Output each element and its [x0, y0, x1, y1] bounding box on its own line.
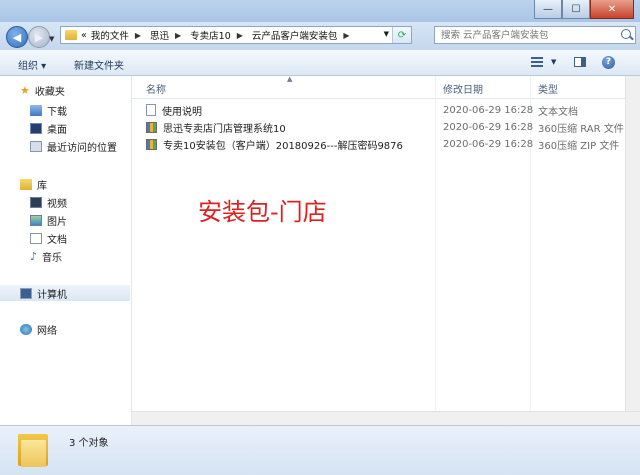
sidebar-favorites[interactable]: ★ 收藏夹 — [20, 82, 65, 98]
sidebar-label: 桌面 — [47, 124, 67, 136]
sidebar-label: 图片 — [47, 216, 67, 228]
sidebar-item-videos[interactable]: 视频 — [30, 194, 67, 210]
vertical-scrollbar[interactable] — [625, 76, 640, 425]
recent-places-icon — [30, 140, 42, 152]
file-modified: 2020-06-29 16:28 — [443, 104, 534, 116]
breadcrumb-item[interactable]: 我的文件 ▶ — [91, 28, 146, 43]
star-icon: ★ — [20, 83, 30, 97]
breadcrumb-item[interactable]: 思迅 ▶ — [150, 28, 186, 43]
annotation-label: 安装包-门店 — [198, 198, 327, 226]
file-modified: 2020-06-29 16:28 — [443, 121, 534, 133]
change-view-button[interactable]: ▼ — [531, 55, 556, 69]
horizontal-scrollbar[interactable] — [132, 411, 640, 426]
file-type: 360压缩 RAR 文件 — [538, 123, 624, 135]
recent-pages-dropdown[interactable]: ▼ — [49, 35, 54, 43]
rar-archive-icon — [146, 121, 157, 133]
zip-archive-icon — [146, 138, 157, 150]
sidebar-item-desktop[interactable]: 桌面 — [30, 120, 67, 136]
preview-pane-icon — [574, 57, 586, 67]
sort-ascending-icon: ▲ — [287, 75, 293, 83]
preview-pane-button[interactable] — [574, 55, 586, 69]
desktop-icon — [30, 122, 42, 134]
sidebar-label: 库 — [37, 180, 47, 192]
organize-button[interactable]: 组织 ▾ — [18, 57, 46, 72]
sidebar-label: 网络 — [37, 325, 57, 337]
text-file-icon — [146, 104, 156, 116]
sidebar-item-computer[interactable]: 计算机 — [0, 285, 130, 301]
chevron-down-icon: ▼ — [551, 58, 557, 66]
document-library-icon — [30, 232, 42, 244]
file-name: 专卖10安装包（客户端）20180926---解压密码9876 — [163, 140, 403, 152]
help-button[interactable]: ? — [602, 55, 615, 69]
file-type: 360压缩 ZIP 文件 — [538, 140, 620, 152]
file-name: 使用说明 — [162, 106, 202, 118]
file-modified: 2020-06-29 16:28 — [443, 138, 534, 150]
sidebar-libraries[interactable]: 库 — [20, 176, 47, 192]
network-icon — [20, 323, 32, 335]
new-folder-button[interactable]: 新建文件夹 — [74, 57, 124, 72]
window-controls: — ☐ ✕ — [534, 0, 634, 19]
sidebar-label: 音乐 — [42, 252, 63, 264]
sidebar-label: 视频 — [47, 198, 67, 210]
column-header-name[interactable]: 名称 — [146, 81, 166, 96]
music-note-icon: ♪ — [30, 249, 38, 263]
file-type: 文本文档 — [538, 106, 578, 118]
search-box[interactable] — [434, 26, 636, 44]
address-dropdown-icon[interactable]: ▼ — [384, 30, 389, 38]
sidebar-item-downloads[interactable]: 下载 — [30, 102, 67, 118]
computer-icon — [20, 287, 32, 299]
explorer-window: — ☐ ✕ ◀ ▶ ▼ « 我的文件 ▶ 思迅 ▶ 专卖店10 ▶ 云产品客户端安装包… — [0, 0, 640, 475]
help-icon: ? — [602, 55, 615, 69]
refresh-icon[interactable]: ⟳ — [392, 27, 411, 43]
breadcrumb-overflow[interactable]: « — [81, 30, 87, 41]
sidebar-label: 收藏夹 — [34, 86, 65, 98]
item-count: 3 个对象 — [69, 438, 109, 449]
library-icon — [20, 178, 32, 190]
sidebar-item-recent-places[interactable]: 最近访问的位置 — [30, 138, 117, 154]
sidebar-item-network[interactable]: 网络 — [20, 321, 57, 337]
close-button[interactable]: ✕ — [590, 0, 634, 19]
title-bar: — ☐ ✕ — [0, 0, 640, 22]
downloads-folder-icon — [30, 104, 42, 116]
view-options-icon — [531, 57, 543, 67]
search-icon[interactable] — [621, 29, 631, 39]
breadcrumb-item[interactable]: 专卖店10 ▶ — [190, 28, 248, 43]
column-header-modified[interactable]: 修改日期 — [443, 81, 483, 96]
sidebar-label: 计算机 — [37, 289, 67, 301]
sidebar-item-music[interactable]: ♪ 音乐 — [30, 248, 62, 264]
picture-library-icon — [30, 214, 42, 226]
details-pane: 3 个对象 — [0, 425, 640, 475]
column-headers: ▲ 名称 修改日期 类型 — [132, 75, 640, 425]
breadcrumb-item[interactable]: 云产品客户端安装包 ▶ — [252, 28, 355, 43]
forward-button[interactable]: ▶ — [28, 26, 50, 48]
file-row[interactable]: 使用说明 2020-06-29 16:28 文本文档 — [132, 102, 640, 118]
file-name: 思迅专卖店门店管理系统10 — [163, 123, 286, 135]
navigation-bar: ◀ ▶ ▼ « 我的文件 ▶ 思迅 ▶ 专卖店10 ▶ 云产品客户端安装包 ▶ ▼ ⟳ — [0, 22, 640, 50]
file-list: ▲ 名称 修改日期 类型 使用说明 2020-06-29 16:28 文本文档 … — [132, 75, 640, 425]
video-library-icon — [30, 196, 42, 208]
file-row[interactable]: 思迅专卖店门店管理系统10 2020-06-29 16:28 360压缩 RAR… — [132, 119, 640, 135]
command-bar: 组织 ▾ 新建文件夹 ▼ ? — [0, 50, 640, 76]
sidebar-label: 下载 — [47, 106, 67, 118]
address-bar[interactable]: « 我的文件 ▶ 思迅 ▶ 专卖店10 ▶ 云产品客户端安装包 ▶ ▼ ⟳ — [60, 26, 412, 44]
navigation-pane: ★ 收藏夹 下载 桌面 最近访问的位置 库 视频 图片 文档 ♪ 音乐 计算机 … — [0, 76, 132, 425]
sidebar-item-pictures[interactable]: 图片 — [30, 212, 67, 228]
sidebar-label: 最近访问的位置 — [47, 142, 117, 154]
maximize-button[interactable]: ☐ — [562, 0, 590, 19]
folder-icon — [65, 30, 77, 40]
file-row[interactable]: 专卖10安装包（客户端）20180926---解压密码9876 2020-06-… — [132, 136, 640, 152]
column-header-type[interactable]: 类型 — [538, 81, 558, 96]
large-folder-icon — [18, 432, 48, 468]
minimize-button[interactable]: — — [534, 0, 562, 19]
sidebar-item-documents[interactable]: 文档 — [30, 230, 67, 246]
back-button[interactable]: ◀ — [6, 26, 28, 48]
sidebar-label: 文档 — [47, 234, 67, 246]
search-input[interactable] — [435, 28, 623, 42]
